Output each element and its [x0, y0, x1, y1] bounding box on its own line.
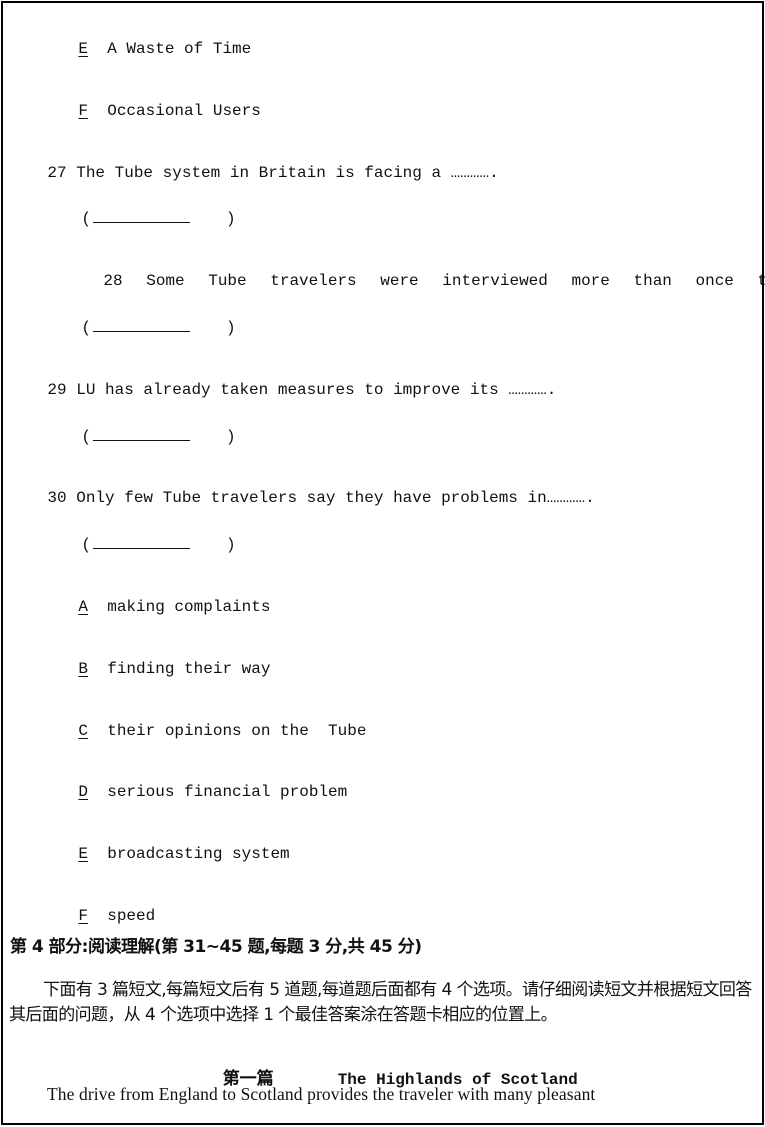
close-paren: ) — [226, 210, 236, 228]
option-letter: F — [78, 907, 89, 925]
question-text: Some Tube travelers were interviewed mor… — [146, 272, 765, 290]
passage-body: The drive from England to Scotland provi… — [47, 1084, 596, 1104]
option-text: finding their way — [107, 660, 271, 678]
option-text: broadcasting system — [107, 845, 290, 863]
question-number: 28 — [103, 272, 123, 290]
close-paren: ) — [226, 536, 236, 554]
option-text: serious financial problem — [107, 783, 348, 801]
option-letter: E — [78, 845, 89, 863]
option-letter: E — [78, 40, 89, 58]
option-letter: F — [78, 102, 89, 120]
question-text: Only few Tube travelers say they have pr… — [76, 489, 595, 507]
option-item: E broadcasting system — [40, 824, 290, 884]
answer-line — [93, 317, 191, 332]
answer-line — [93, 534, 191, 549]
option-item: A making complaints — [40, 577, 270, 637]
instructions-text: 下面有 3 篇短文,每篇短文后有 5 道题,每道题后面都有 4 个选项。请仔细阅… — [9, 980, 752, 1025]
answer-blank-27[interactable]: () — [43, 188, 236, 249]
option-letter: C — [78, 722, 89, 740]
open-paren: ( — [81, 319, 92, 337]
answer-line — [93, 426, 191, 441]
option-text: A Waste of Time — [107, 40, 252, 58]
option-letter: D — [78, 783, 89, 801]
answer-blank-28[interactable]: () — [43, 297, 236, 358]
open-paren: ( — [81, 210, 92, 228]
section-instructions: 下面有 3 篇短文,每篇短文后有 5 道题,每道题后面都有 4 个选项。请仔细阅… — [9, 978, 759, 1028]
option-item: C their opinions on the Tube — [40, 701, 366, 761]
answer-line — [93, 208, 191, 223]
question-text: The Tube system in Britain is facing a …… — [76, 164, 499, 182]
option-letter: B — [78, 660, 89, 678]
option-text: their opinions on the Tube — [107, 722, 367, 740]
answer-blank-29[interactable]: () — [43, 406, 236, 467]
question-number: 29 — [47, 381, 67, 399]
open-paren: ( — [81, 536, 92, 554]
question-number: 27 — [47, 164, 67, 182]
option-letter: A — [78, 598, 89, 616]
section-heading: 第 4 部分:阅读理解(第 31~45 题,每题 3 分,共 45 分) — [10, 937, 422, 957]
option-text: speed — [107, 907, 156, 925]
option-item: D serious financial problem — [40, 762, 347, 822]
answer-blank-30[interactable]: () — [43, 514, 236, 575]
option-item: F Occasional Users — [40, 81, 261, 141]
close-paren: ) — [226, 319, 236, 337]
question-number: 30 — [47, 489, 67, 507]
open-paren: ( — [81, 428, 92, 446]
option-item: E A Waste of Time — [40, 19, 251, 79]
document-page: E A Waste of Time F Occasional Users 27 … — [1, 1, 765, 1125]
option-item: B finding their way — [40, 639, 270, 699]
close-paren: ) — [226, 428, 236, 446]
question-text: LU has already taken measures to improve… — [76, 381, 557, 399]
option-text: making complaints — [107, 598, 271, 616]
option-text: Occasional Users — [107, 102, 261, 120]
passage-title: 第一篇 The Highlands of Scotland — [199, 1043, 578, 1116]
